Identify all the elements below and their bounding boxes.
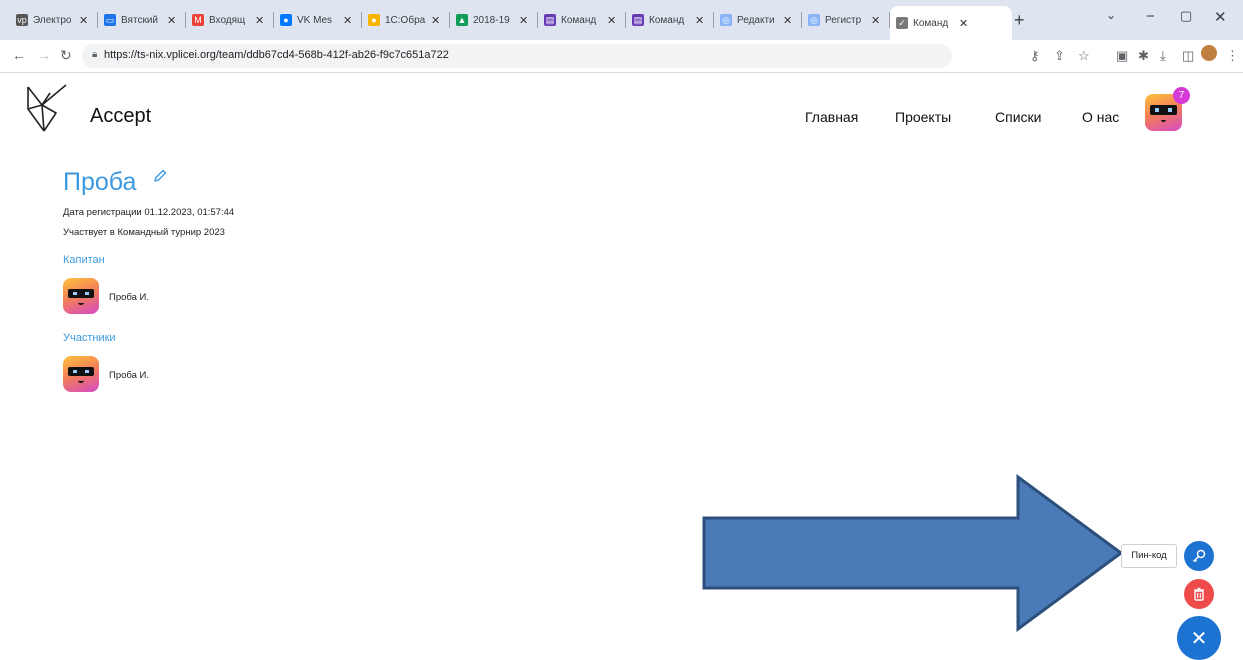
tab-favicon-icon: ● <box>280 14 292 26</box>
tab-favicon-icon: ▤ <box>632 14 644 26</box>
tab-close-icon[interactable]: ✕ <box>871 14 880 27</box>
tab-title: Электро <box>33 14 72 26</box>
browser-tab[interactable]: M Входящ ✕ <box>186 6 274 34</box>
puzzle-icon[interactable]: ✱ <box>1138 48 1149 64</box>
brand-name[interactable]: Accept <box>90 105 151 128</box>
member-name[interactable]: Проба И. <box>109 370 149 381</box>
nav-item-lists[interactable]: Списки <box>995 109 1041 125</box>
tab-title: 1С:Обра <box>385 14 426 26</box>
tab-favicon-icon: ◎ <box>720 14 732 26</box>
browser-tab[interactable]: ▤ Команд ✕ <box>626 6 714 34</box>
tab-search-icon[interactable]: ⌄ <box>1106 8 1116 22</box>
pin-code-tooltip: Пин-код <box>1121 544 1177 568</box>
tab-close-icon[interactable]: ✕ <box>519 14 528 27</box>
tournament-info: Участвует в Командный турнир 2023 <box>63 227 225 238</box>
tab-favicon-icon: ▤ <box>544 14 556 26</box>
pin-code-button[interactable] <box>1184 541 1214 571</box>
back-icon[interactable]: ← <box>12 47 26 63</box>
captain-avatar[interactable] <box>63 278 99 314</box>
url-text[interactable]: https://ts-nix.vplicei.org/team/ddb67cd4… <box>104 49 449 61</box>
minimize-icon[interactable]: − <box>1146 8 1155 25</box>
tab-favicon-icon: M <box>192 14 204 26</box>
lock-icon: 🔒︎ <box>92 49 98 60</box>
browser-tab[interactable]: ▭ Вятский ✕ <box>98 6 186 34</box>
key-icon[interactable]: ⚷ <box>1030 48 1040 64</box>
download-icon[interactable]: ⤓ <box>1160 48 1166 64</box>
annotation-arrow-icon <box>702 474 1124 632</box>
tab-favicon-icon: ● <box>368 14 380 26</box>
tab-close-icon[interactable]: ✕ <box>607 14 616 27</box>
tab-close-icon[interactable]: ✕ <box>959 17 968 30</box>
star-icon[interactable]: ☆ <box>1078 48 1090 64</box>
tab-close-icon[interactable]: ✕ <box>431 14 440 27</box>
browser-toolbar: ← → ↻ 🔒︎ https://ts-nix.vplicei.org/team… <box>0 40 1243 73</box>
trash-icon <box>1194 587 1204 601</box>
members-heading: Участники <box>63 332 116 344</box>
share-icon[interactable]: ⇪ <box>1054 48 1065 64</box>
tab-title: Команд <box>913 17 949 29</box>
extension-icon[interactable]: ▣ <box>1116 48 1128 64</box>
browser-tab[interactable]: ● VK Mes ✕ <box>274 6 362 34</box>
captain-name[interactable]: Проба И. <box>109 292 149 303</box>
tab-favicon-icon: vp <box>16 14 28 26</box>
captain-heading: Капитан <box>63 254 105 266</box>
tab-favicon-icon: ◎ <box>808 14 820 26</box>
tab-close-icon[interactable]: ✕ <box>167 14 176 27</box>
tab-close-icon[interactable]: ✕ <box>255 14 264 27</box>
menu-kebab-icon[interactable]: ⋮ <box>1226 48 1239 64</box>
tab-favicon-icon: ▲ <box>456 14 468 26</box>
close-icon: ✕ <box>1190 627 1208 650</box>
reload-icon[interactable]: ↻ <box>60 47 72 64</box>
tab-favicon-icon: ▭ <box>104 14 116 26</box>
forward-icon[interactable]: → <box>37 47 51 63</box>
address-bar[interactable]: 🔒︎ https://ts-nix.vplicei.org/team/ddb67… <box>82 44 952 68</box>
nav-item-home[interactable]: Главная <box>805 109 858 125</box>
tab-close-icon[interactable]: ✕ <box>695 14 704 27</box>
site-header: Accept Главная Проекты Списки О нас <box>0 73 1243 153</box>
new-tab-button[interactable]: + <box>1014 10 1025 31</box>
pencil-icon[interactable] <box>152 168 168 184</box>
profile-avatar-icon[interactable] <box>1201 45 1217 61</box>
tab-title: Входящ <box>209 14 246 26</box>
close-actions-button[interactable]: ✕ <box>1177 616 1221 660</box>
tab-title: 2018-19 <box>473 14 510 26</box>
tab-close-icon[interactable]: ✕ <box>79 14 88 27</box>
browser-tab[interactable]: ◎ Регистр ✕ <box>802 6 890 34</box>
key-icon <box>1192 549 1206 563</box>
browser-tab[interactable]: ▤ Команд ✕ <box>538 6 626 34</box>
tab-close-icon[interactable]: ✕ <box>343 14 352 27</box>
notification-badge: 7 <box>1173 87 1190 104</box>
browser-tab[interactable]: ● 1С:Обра ✕ <box>362 6 450 34</box>
registration-date: Дата регистрации 01.12.2023, 01:57:44 <box>63 207 235 218</box>
browser-tab[interactable]: vp Электро ✕ <box>10 6 98 34</box>
page-title: Проба <box>63 168 137 196</box>
logo-bird-icon[interactable] <box>24 83 70 135</box>
tab-title: Команд <box>561 14 597 26</box>
nav-item-projects[interactable]: Проекты <box>895 109 951 125</box>
browser-tab[interactable]: ▲ 2018-19 ✕ <box>450 6 538 34</box>
sidepanel-icon[interactable]: ◫ <box>1182 48 1194 64</box>
close-window-icon[interactable]: ✕ <box>1214 8 1227 26</box>
member-avatar[interactable] <box>63 356 99 392</box>
browser-tab[interactable]: ◎ Редакти ✕ <box>714 6 802 34</box>
maximize-icon[interactable]: ▢ <box>1180 8 1192 24</box>
delete-team-button[interactable] <box>1184 579 1214 609</box>
tab-title: Вятский <box>121 14 158 26</box>
tab-title: Редакти <box>737 14 775 26</box>
tab-favicon-icon: ✓ <box>896 17 908 29</box>
tab-close-icon[interactable]: ✕ <box>783 14 792 27</box>
tab-title: VK Mes <box>297 14 333 26</box>
tab-title: Команд <box>649 14 685 26</box>
tab-title: Регистр <box>825 14 862 26</box>
browser-tab-bar: vp Электро ✕ ▭ Вятский ✕ M Входящ ✕ ● VK Mes ✕ ● 1С:О… <box>0 0 1243 40</box>
nav-item-about[interactable]: О нас <box>1082 109 1119 125</box>
browser-tab[interactable]: ✓ Команд ✕ <box>890 6 1012 40</box>
